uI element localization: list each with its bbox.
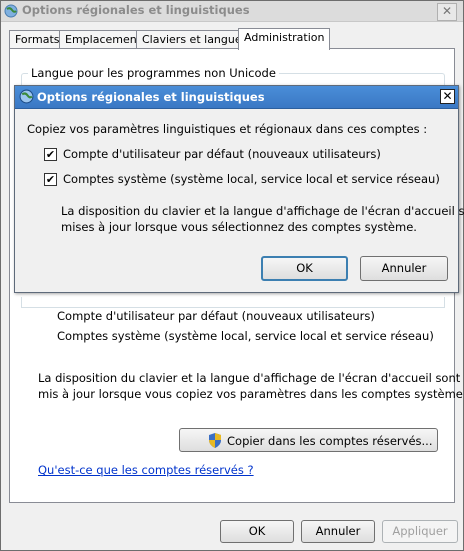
tab-claviers-et-langues[interactable]: Claviers et langues	[136, 30, 247, 49]
main-close-button[interactable]: ✕	[437, 3, 457, 21]
dialog-cancel-button[interactable]: Annuler	[360, 256, 448, 281]
reserved-info-line2: mis à jour lorsque vous copiez vos param…	[38, 387, 464, 401]
main-window-title: Options régionales et linguistiques	[22, 3, 250, 17]
footer-ok-button[interactable]: OK	[220, 520, 294, 543]
reserved-account-default: Compte d'utilisateur par défaut (nouveau…	[57, 309, 375, 323]
tab-emplacement[interactable]: Emplacement	[59, 30, 141, 49]
footer-apply-button[interactable]: Appliquer	[382, 520, 458, 543]
system-accounts-checkbox[interactable]: ✔	[44, 173, 57, 186]
copy-button-label: Copier dans les comptes réservés...	[227, 434, 433, 448]
main-titlebar: Options régionales et linguistiques ✕	[1, 1, 463, 22]
dialog-ok-button[interactable]: OK	[261, 256, 348, 281]
reserved-accounts-groupbox	[21, 297, 445, 308]
reserved-info-line1: La disposition du clavier et la langue d…	[38, 371, 461, 385]
dialog-title: Options régionales et linguistiques	[37, 90, 265, 104]
default-account-checkbox[interactable]: ✔	[44, 148, 57, 161]
reserved-accounts-help-link[interactable]: Qu'est-ce que les comptes réservés ?	[38, 463, 254, 477]
globe-icon	[19, 89, 34, 104]
copy-settings-dialog: Options régionales et linguistiques ✕ Co…	[14, 85, 464, 293]
dialog-note-line1: La disposition du clavier et la langue d…	[61, 204, 464, 218]
system-accounts-checkbox-label: Comptes système (système local, service …	[63, 172, 440, 186]
reserved-account-system: Comptes système (système local, service …	[57, 329, 434, 343]
dialog-close-button[interactable]: ✕	[440, 89, 455, 104]
shield-icon	[209, 433, 221, 448]
default-account-checkbox-label: Compte d'utilisateur par défaut (nouveau…	[63, 147, 381, 161]
dialog-prompt: Copiez vos paramètres linguistiques et r…	[27, 122, 428, 136]
globe-icon	[4, 4, 18, 18]
non-unicode-group-legend: Langue pour les programmes non Unicode	[28, 66, 279, 80]
dialog-note-line2: mises à jour lorsque vous sélectionnez d…	[61, 220, 417, 234]
footer-cancel-button[interactable]: Annuler	[301, 520, 375, 543]
dialog-titlebar: Options régionales et linguistiques ✕	[15, 86, 458, 109]
tab-administration[interactable]: Administration	[238, 28, 330, 50]
copy-to-reserved-accounts-button[interactable]: Copier dans les comptes réservés...	[179, 428, 438, 452]
